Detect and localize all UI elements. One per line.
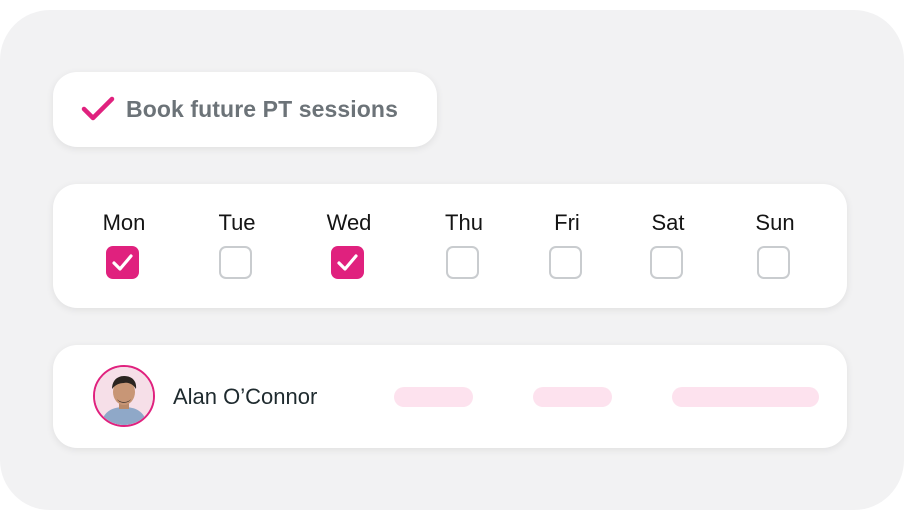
day-checkbox[interactable] xyxy=(650,246,683,279)
client-row[interactable]: Alan O’Connor xyxy=(53,345,847,448)
day-label: Tue xyxy=(218,210,256,235)
day-label: Sun xyxy=(755,210,795,235)
day-checkbox[interactable] xyxy=(219,246,252,279)
day-sat[interactable]: Sat xyxy=(628,184,708,308)
day-checkbox[interactable] xyxy=(549,246,582,279)
day-label: Thu xyxy=(445,210,483,235)
checkmark-icon xyxy=(81,96,115,121)
day-wed[interactable]: Wed xyxy=(309,184,389,308)
day-checkbox[interactable] xyxy=(331,246,364,279)
day-mon[interactable]: Mon xyxy=(84,184,164,308)
checkmark-icon xyxy=(337,254,358,271)
person-photo-icon xyxy=(95,367,153,425)
task-label: Book future PT sessions xyxy=(126,96,398,122)
day-label: Fri xyxy=(554,210,580,235)
day-label: Wed xyxy=(326,210,372,235)
client-name: Alan O’Connor xyxy=(173,384,318,409)
placeholder-bar xyxy=(394,387,473,407)
background-panel: Book future PT sessions Mon Tue Wed Thu … xyxy=(0,10,904,510)
day-checkbox[interactable] xyxy=(446,246,479,279)
day-sun[interactable]: Sun xyxy=(735,184,815,308)
day-tue[interactable]: Tue xyxy=(197,184,277,308)
weekday-selector: Mon Tue Wed Thu Fri Sat Sun xyxy=(53,184,847,308)
placeholder-bar xyxy=(533,387,612,407)
day-thu[interactable]: Thu xyxy=(424,184,504,308)
day-fri[interactable]: Fri xyxy=(527,184,607,308)
day-checkbox[interactable] xyxy=(106,246,139,279)
day-label: Mon xyxy=(102,210,146,235)
checkmark-icon xyxy=(112,254,133,271)
day-label: Sat xyxy=(651,210,685,235)
placeholder-bar xyxy=(672,387,819,407)
task-card[interactable]: Book future PT sessions xyxy=(53,72,437,147)
day-checkbox[interactable] xyxy=(757,246,790,279)
avatar xyxy=(93,365,155,427)
